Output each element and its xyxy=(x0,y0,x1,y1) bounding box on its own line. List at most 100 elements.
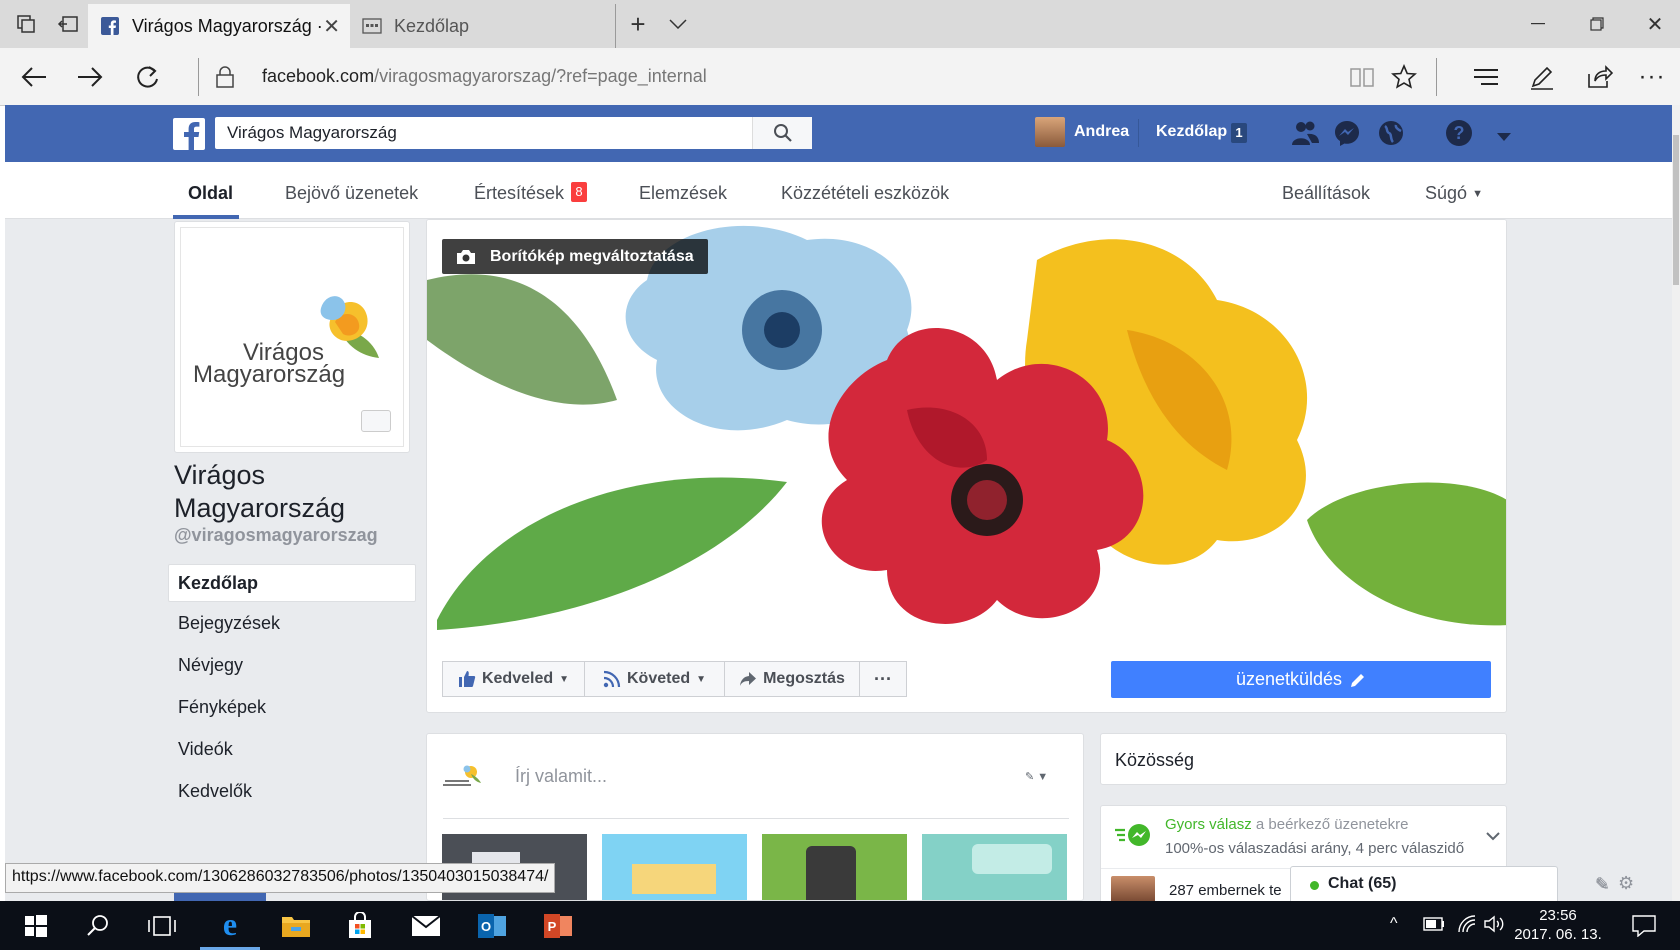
volume-icon[interactable] xyxy=(1484,915,1506,938)
windows-start-icon[interactable] xyxy=(6,901,66,950)
compose-chat-icon[interactable]: ✎ xyxy=(1595,874,1610,895)
sidebar-item-posts[interactable]: Bejegyzések xyxy=(178,613,280,634)
facebook-search-input[interactable]: Virágos Magyarország xyxy=(215,117,812,149)
tab-notifications[interactable]: Értesítések xyxy=(474,183,564,204)
page-name-line2: Magyarország xyxy=(174,493,346,523)
refresh-icon[interactable] xyxy=(120,48,176,106)
page-name: Virágos Magyarország xyxy=(174,459,345,525)
minimize-window-button[interactable] xyxy=(1513,0,1563,48)
tab-help[interactable]: Súgó ▼ xyxy=(1425,183,1483,204)
new-tab-button[interactable]: + xyxy=(616,0,660,48)
tab-manager-icon[interactable] xyxy=(4,0,48,48)
favorite-star-icon[interactable] xyxy=(1376,48,1432,106)
back-arrow-icon[interactable] xyxy=(6,48,62,106)
file-explorer-icon[interactable] xyxy=(266,901,326,950)
more-actions-button[interactable]: ··· xyxy=(859,661,907,697)
svg-text:O: O xyxy=(481,919,491,934)
gear-icon[interactable]: ⚙ xyxy=(1618,873,1634,894)
task-view-icon[interactable] xyxy=(132,901,192,950)
powerpoint-icon[interactable]: P xyxy=(528,901,588,950)
set-aside-tabs-icon[interactable] xyxy=(46,0,90,48)
response-rate-text: 100%-os válaszadási arány, 4 perc válasz… xyxy=(1165,840,1465,857)
status-bar-link-preview: https://www.facebook.com/130628603278350… xyxy=(5,863,556,893)
svg-text:P: P xyxy=(548,919,557,934)
show-hidden-icons-chevron-icon[interactable]: ^ xyxy=(1390,915,1398,933)
web-note-pen-icon[interactable] xyxy=(1514,48,1570,106)
tab-page[interactable]: Oldal xyxy=(188,183,233,204)
composer-input[interactable]: Írj valamit... xyxy=(515,766,607,787)
caret-down-icon: ▼ xyxy=(696,673,707,685)
facebook-favicon-icon xyxy=(100,16,120,36)
facebook-header: Virágos Magyarország Andrea Kezdőlap 1 ? xyxy=(5,105,1675,162)
share-icon[interactable] xyxy=(1572,48,1628,106)
store-icon[interactable] xyxy=(330,901,390,950)
system-clock[interactable]: 23:56 2017. 06. 13. xyxy=(1512,906,1604,944)
restore-window-button[interactable] xyxy=(1572,0,1622,48)
home-link[interactable]: Kezdőlap xyxy=(1156,123,1227,141)
chevron-down-icon[interactable] xyxy=(1486,828,1500,846)
send-message-button[interactable]: üzenetküldés xyxy=(1111,661,1491,698)
message-option[interactable] xyxy=(922,834,1067,900)
wifi-icon[interactable] xyxy=(1457,915,1477,938)
close-window-button[interactable]: ✕ xyxy=(1630,0,1680,48)
sidebar-item-likes[interactable]: Kedvelők xyxy=(178,781,252,802)
change-cover-button[interactable]: Borítókép megváltoztatása xyxy=(442,239,708,274)
share-button[interactable]: Megosztás xyxy=(724,661,860,697)
camera-icon[interactable] xyxy=(361,410,391,432)
hub-icon[interactable] xyxy=(1458,48,1514,106)
account-menu-chevron-icon[interactable] xyxy=(1497,129,1511,147)
tab-insights[interactable]: Elemzések xyxy=(639,183,727,204)
mail-icon[interactable] xyxy=(396,901,456,950)
lock-icon[interactable] xyxy=(198,48,252,106)
tab-publishing-tools[interactable]: Közzétételi eszközök xyxy=(781,183,949,204)
tab-title: Kezdőlap xyxy=(394,15,470,36)
browser-address-bar: facebook.com/viragosmagyarorszag/?ref=pa… xyxy=(0,48,1680,106)
tab-inbox[interactable]: Bejövő üzenetek xyxy=(285,183,418,204)
search-icon[interactable] xyxy=(68,901,128,950)
friend-requests-icon[interactable] xyxy=(1290,119,1320,152)
offer-option[interactable] xyxy=(602,834,747,900)
sidebar-item-about[interactable]: Névjegy xyxy=(178,655,243,676)
quick-reply-rest: a beérkező üzenetekre xyxy=(1255,816,1409,833)
chevron-down-icon[interactable] xyxy=(656,0,700,48)
help-question-icon[interactable]: ? xyxy=(1445,119,1473,152)
cover-flower-illustration xyxy=(427,225,1506,630)
call-option[interactable] xyxy=(762,834,907,900)
follow-label: Követed xyxy=(626,670,691,687)
avatar[interactable] xyxy=(1035,117,1065,147)
tab-facebook-page[interactable]: Virágos Magyarország · ✕ xyxy=(88,4,350,48)
quick-reply-messenger-icon xyxy=(1115,824,1150,846)
search-icon[interactable] xyxy=(752,117,812,149)
sidebar-item-photos[interactable]: Fényképek xyxy=(178,697,266,718)
follow-button[interactable]: Követed ▼ xyxy=(584,661,725,697)
community-card[interactable]: Közösség xyxy=(1100,733,1507,785)
caret-down-icon: ▼ xyxy=(559,673,570,685)
divider xyxy=(443,818,1069,819)
close-tab-icon[interactable]: ✕ xyxy=(323,14,340,39)
cover-photo[interactable]: Borítókép megváltoztatása xyxy=(427,220,1506,630)
url-field[interactable]: facebook.com/viragosmagyarorszag/?ref=pa… xyxy=(262,66,707,87)
like-button[interactable]: Kedveled ▼ xyxy=(442,661,585,697)
chat-bar[interactable]: Chat (65) ✎ xyxy=(1290,866,1608,901)
outlook-icon[interactable]: O xyxy=(462,901,522,950)
tab-home[interactable]: Kezdőlap xyxy=(350,4,616,48)
messenger-icon[interactable] xyxy=(1333,119,1361,152)
profile-picture[interactable]: Virágos Magyarország xyxy=(174,221,410,453)
flower-logo-icon xyxy=(443,765,481,786)
edge-browser-icon[interactable]: e xyxy=(200,901,260,950)
more-options-icon[interactable]: ··· xyxy=(1624,48,1680,106)
sidebar-item-home[interactable]: Kezdőlap xyxy=(178,573,258,594)
page-scrollbar[interactable] xyxy=(1672,105,1680,901)
community-title: Közösség xyxy=(1115,750,1195,770)
action-center-icon[interactable] xyxy=(1632,915,1656,942)
sidebar-item-videos[interactable]: Videók xyxy=(178,739,233,760)
battery-icon[interactable] xyxy=(1423,917,1445,936)
scrollbar-thumb[interactable] xyxy=(1673,135,1679,285)
page-handle[interactable]: @viragosmagyarorszag xyxy=(174,525,378,546)
tab-settings[interactable]: Beállítások xyxy=(1282,183,1370,204)
post-audience-selector-icon[interactable]: ✎ ▼ xyxy=(1025,770,1048,783)
user-name-link[interactable]: Andrea xyxy=(1074,123,1129,141)
forward-arrow-icon[interactable] xyxy=(62,48,118,106)
facebook-logo-icon[interactable] xyxy=(173,118,205,150)
notifications-globe-icon[interactable] xyxy=(1377,119,1405,152)
